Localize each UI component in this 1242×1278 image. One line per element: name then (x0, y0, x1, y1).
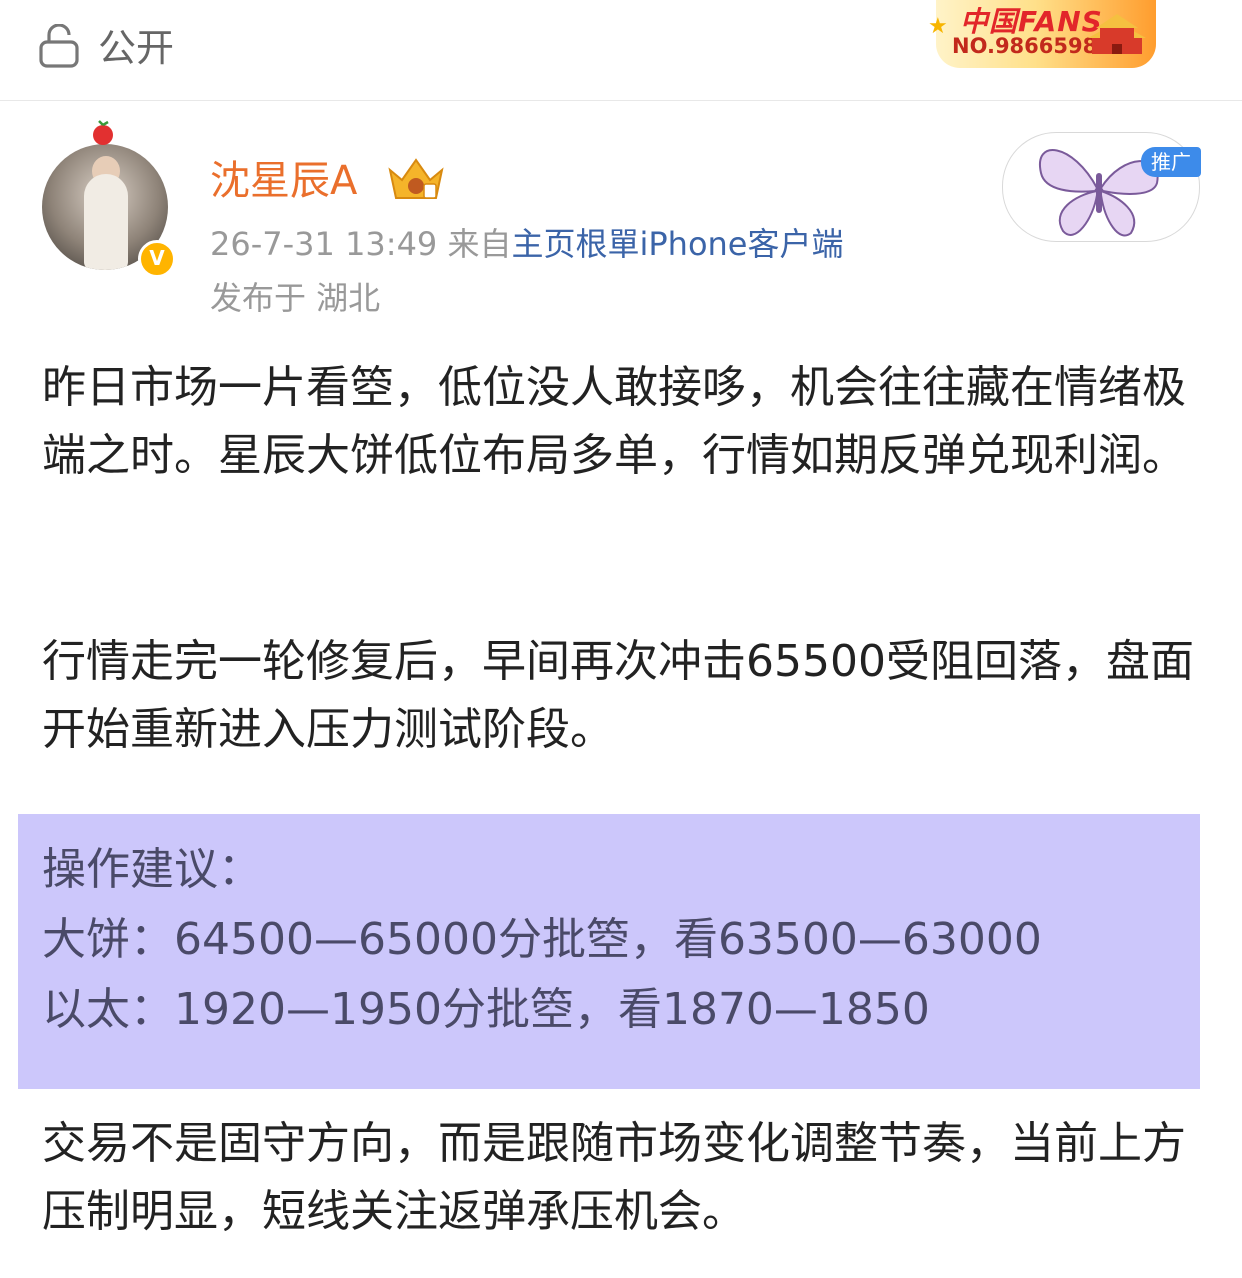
advice-line-btc: 大饼：64500—65000分批箜，看63500—63000 (42, 914, 1042, 965)
post-paragraph-2: 行情走完一轮修复后，早间再次冲击65500受阻回落，盘面开始重新进入压力测试阶段… (42, 636, 1194, 755)
promo-card[interactable]: 推广 (1002, 132, 1201, 242)
fans-badge-number: NO.9866598 (952, 34, 1098, 58)
fans-badge[interactable]: ★ 中国FANS NO.9866598 (928, 0, 1156, 68)
source-link[interactable]: 主页根單iPhone客户端 (511, 225, 843, 263)
advice-line-eth: 以太：1920—1950分批箜，看1870—1850 (42, 984, 930, 1035)
author-name[interactable]: 沈星辰A (210, 156, 357, 206)
author-avatar[interactable]: V (42, 120, 176, 278)
advice-block: 操作建议： 大饼：64500—65000分批箜，看63500—63000 以太：… (18, 814, 1200, 1089)
verified-badge-icon: V (138, 240, 176, 278)
crown-icon (388, 158, 444, 199)
tiananmen-icon (1088, 14, 1146, 54)
top-bar: 公开 ★ 中国FANS NO.9866598 (0, 0, 1242, 101)
star-icon: ★ (928, 14, 948, 39)
post-meta: 26-7-31 13:49 来自主页根單iPhone客户端 (210, 222, 844, 266)
promo-tag: 推广 (1141, 147, 1201, 177)
lychee-icon (93, 120, 113, 145)
source-prefix: 来自 (447, 225, 512, 263)
advice-title: 操作建议： (42, 844, 262, 895)
post-paragraph-3: 交易不是固守方向，而是跟随市场变化调整节奏，当前上方压制明显，短线关注返弹承压机… (42, 1118, 1186, 1237)
post-paragraph-1: 昨日市场一片看箜，低位没人敢接哆，机会往往藏在情绪极端之时。星辰大饼低位布局多单… (42, 362, 1186, 481)
visibility-label[interactable]: 公开 (98, 26, 174, 70)
post-location: 发布于 湖北 (210, 279, 381, 317)
lock-icon[interactable] (38, 23, 80, 68)
post-timestamp: 26-7-31 13:49 (210, 225, 438, 263)
